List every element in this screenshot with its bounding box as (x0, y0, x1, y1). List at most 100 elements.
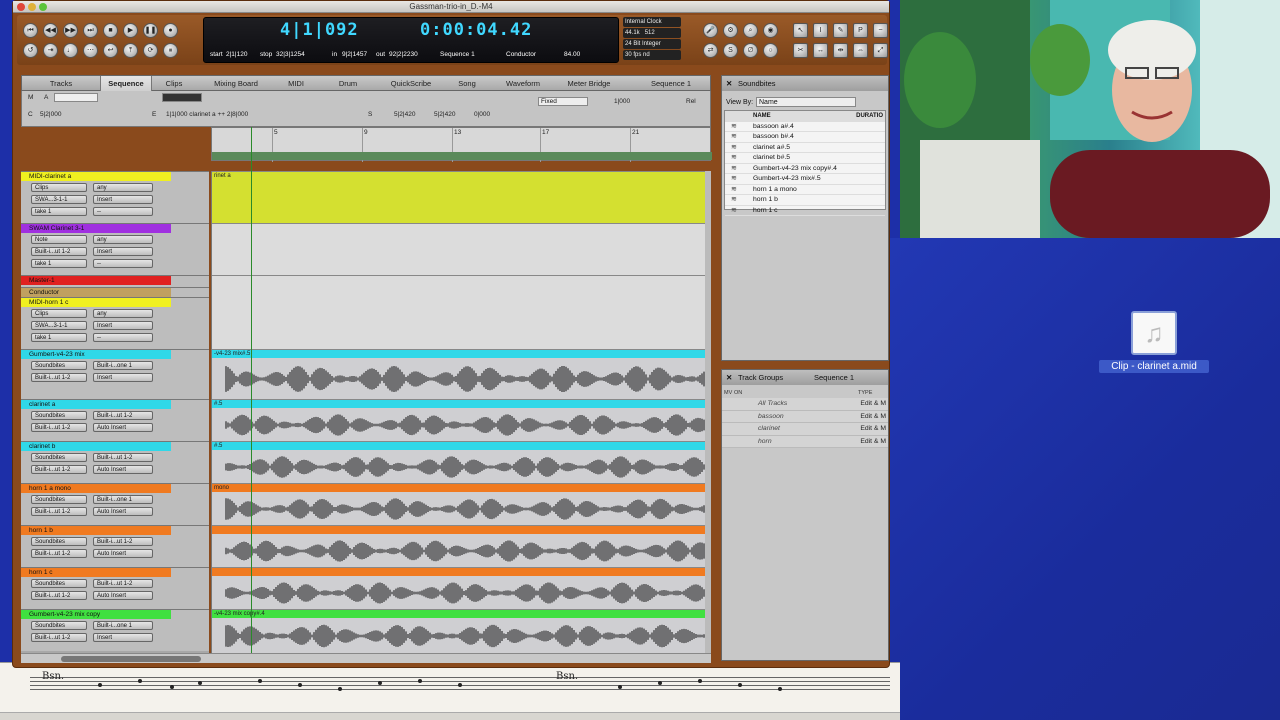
track-setting-right[interactable]: Built-i...ut 1-2 (93, 537, 153, 546)
sequence-lane[interactable]: rinet a (212, 171, 706, 224)
clip-label[interactable] (212, 526, 706, 534)
m-button[interactable]: M (28, 94, 33, 101)
c-field[interactable]: 5|2|000 (40, 111, 61, 118)
loop-bar[interactable] (212, 152, 712, 160)
pitch-tool-icon[interactable]: P (853, 23, 868, 38)
soundbite-item[interactable]: ≋ bassoon b#.4 (725, 132, 885, 143)
tab-quickscribe[interactable]: QuickScribe (380, 76, 442, 91)
bit-depth-menu[interactable]: 24 Bit Integer (623, 39, 681, 49)
track-header[interactable]: MIDI-clarinet a Clips SWA...3-1-1 take 1 any… (21, 171, 209, 223)
grid-mode-menu[interactable]: Fixed (538, 97, 588, 106)
fast-forward-icon[interactable]: ▶▶ (63, 23, 78, 38)
zoom-icon[interactable] (39, 3, 47, 11)
clip-label[interactable]: #.5 (212, 400, 706, 408)
track-name[interactable]: MIDI-clarinet a (21, 172, 171, 181)
track-setting[interactable]: Built-i...ut 1-2 (31, 549, 87, 558)
sequence-menu[interactable]: Sequence 1 (440, 51, 475, 58)
ibeam-tool-icon[interactable]: I (813, 23, 828, 38)
slip-tool-icon[interactable]: ⇔ (853, 43, 868, 58)
audio-waveform[interactable] (212, 492, 706, 526)
track-setting[interactable]: Clips (31, 183, 87, 192)
soundbite-item[interactable]: ≋ bassoon a#.4 (725, 122, 885, 132)
tempo-value[interactable]: 84.00 (564, 51, 580, 58)
track-setting-right[interactable]: any (93, 235, 153, 244)
close-icon[interactable] (17, 3, 25, 11)
track-setting[interactable]: Built-i...ut 1-2 (31, 247, 87, 256)
track-name[interactable]: clarinet a (21, 400, 171, 409)
music-note-icon[interactable]: ♫ (1131, 311, 1177, 355)
track-setting-right[interactable]: -- (93, 207, 153, 216)
track-setting-right[interactable]: Insert (93, 633, 153, 642)
sequence-lane[interactable] (212, 275, 706, 349)
clip-label[interactable]: #.5 (212, 442, 706, 450)
speaker-icon[interactable]: ◉ (763, 23, 778, 38)
soundbite-item[interactable]: ≋ clarinet a#.5 (725, 143, 885, 153)
track-setting[interactable]: Built-i...ut 1-2 (31, 423, 87, 432)
track-header[interactable]: Gumbert-v4-23 mix copy Soundbites Built-i.… (21, 609, 209, 651)
audio-waveform[interactable] (212, 358, 706, 400)
close-icon[interactable]: ✕ (726, 370, 732, 385)
track-group-item[interactable]: All Tracks Edit & M (722, 398, 888, 411)
soundbite-item[interactable]: ≋ Gumbert-v4-23 mix copy#.4 (725, 164, 885, 174)
wave-tool-icon[interactable]: ~ (873, 23, 888, 38)
a-field[interactable] (54, 93, 98, 102)
trim-tool-icon[interactable]: ⇹ (833, 43, 848, 58)
track-setting-right[interactable]: Built-i...one 1 (93, 495, 153, 504)
track-setting[interactable]: take 1 (31, 259, 87, 268)
tab-meter-bridge[interactable]: Meter Bridge (554, 76, 624, 91)
search-icon[interactable]: ⌕ (743, 23, 758, 38)
playhead[interactable] (251, 127, 252, 657)
stretch-tool-icon[interactable]: ↔ (813, 43, 828, 58)
stop-value[interactable]: 32|3|1254 (276, 51, 305, 58)
track-setting-right[interactable]: Built-i...one 1 (93, 621, 153, 630)
track-header[interactable]: MIDI-horn 1 c Clips SWA...3-1-1 take 1 any In… (21, 297, 209, 349)
e-button[interactable]: E (152, 111, 156, 118)
clock-source-menu[interactable]: Internal Clock (623, 17, 681, 27)
s-field-3[interactable]: 0|000 (474, 111, 490, 118)
track-setting[interactable]: Soundbites (31, 537, 87, 546)
audio-waveform[interactable] (212, 576, 706, 610)
sequence-lane[interactable]: mono (212, 483, 706, 526)
track-header[interactable]: clarinet b Soundbites Built-i...ut 1-2 Buil… (21, 441, 209, 483)
tab-drum[interactable]: Drum (316, 76, 380, 91)
track-setting[interactable]: Soundbites (31, 361, 87, 370)
grid-value[interactable]: 1|000 (614, 98, 630, 105)
s-field-2[interactable]: 5|2|420 (434, 111, 455, 118)
zoom-tool-icon[interactable]: ⤢ (873, 43, 888, 58)
track-setting-right[interactable]: Auto Insert (93, 507, 153, 516)
track-setting[interactable]: Built-i...ut 1-2 (31, 507, 87, 516)
metronome-icon[interactable]: ⚙ (723, 23, 738, 38)
track-setting[interactable]: Soundbites (31, 411, 87, 420)
rewind-start-icon[interactable]: ⏮ (23, 23, 38, 38)
track-header[interactable]: Conductor (21, 287, 209, 297)
track-setting-right[interactable]: -- (93, 259, 153, 268)
col-duration[interactable]: DURATIO (856, 111, 883, 121)
track-group-item[interactable]: horn Edit & M (722, 435, 888, 448)
track-setting-right[interactable]: Insert (93, 195, 153, 204)
track-setting[interactable]: take 1 (31, 207, 87, 216)
track-setting[interactable]: SWA...3-1-1 (31, 321, 87, 330)
sequence-lane[interactable]: -v4-23 mix copy#.4 (212, 609, 706, 654)
track-header[interactable]: Master-1Built-i...ut 1-2 (21, 275, 209, 296)
soundbite-item[interactable]: ≋ clarinet b#.5 (725, 153, 885, 164)
track-group-item[interactable]: bassoon Edit & M (722, 410, 888, 423)
audio-waveform[interactable] (212, 450, 706, 484)
horizontal-scrollbar[interactable] (21, 653, 711, 663)
start-value[interactable]: 2|1|120 (226, 51, 247, 58)
clip-label[interactable] (212, 568, 706, 576)
track-setting[interactable]: Built-i...ut 1-2 (31, 633, 87, 642)
play-icon[interactable]: ▶ (123, 23, 138, 38)
track-setting-right[interactable]: any (93, 183, 153, 192)
sequence-canvas[interactable]: rinet a -v4-23 mix#.5 #.5 #.5 mono -v4-23 mix… (211, 171, 706, 654)
rewind-icon[interactable]: ◀◀ (43, 23, 58, 38)
clip-label[interactable]: mono (212, 484, 706, 492)
pause-icon[interactable]: ❚❚ (143, 23, 158, 38)
track-name[interactable]: horn 1 c (21, 568, 171, 577)
track-setting-right[interactable]: Built-i...ut 1-2 (93, 579, 153, 588)
c-button[interactable]: C (28, 111, 33, 118)
track-name[interactable]: SWAM Clarinet 3-1 (21, 224, 171, 233)
tab-soundbites[interactable]: ✕ Soundbites (722, 76, 888, 91)
track-setting-right[interactable]: Built-i...one 1 (93, 361, 153, 370)
blank-icon[interactable]: ○ (763, 43, 778, 58)
track-name[interactable]: Gumbert-v4-23 mix (21, 350, 171, 359)
